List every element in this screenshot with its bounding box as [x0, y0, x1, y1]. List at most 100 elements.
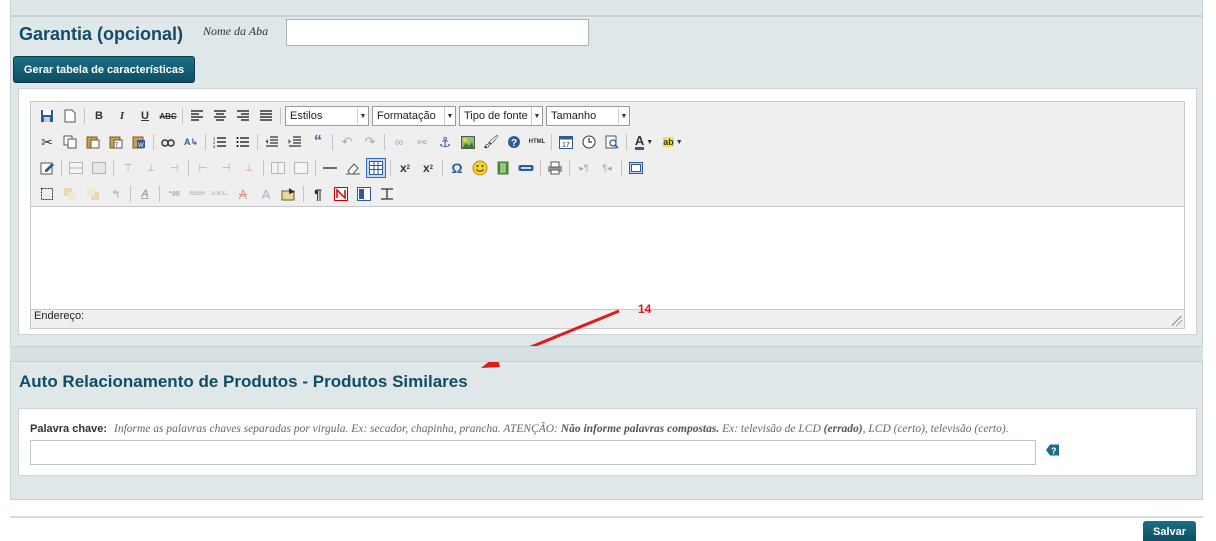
toolbar-separator [621, 160, 622, 176]
strikethrough-icon[interactable]: ABC [158, 106, 178, 126]
rich-text-editor: B I U ABC Estilos ▼ Formatação ▼ Tipo de f… [30, 101, 1185, 329]
table-row-icon[interactable] [66, 158, 86, 178]
ltr-icon[interactable]: ▸¶ [574, 158, 594, 178]
del-icon[interactable]: A [233, 184, 253, 204]
insert-row-before-icon[interactable]: ⊤ [118, 158, 138, 178]
insert-date-icon[interactable]: 17 [556, 132, 576, 152]
abbr-icon[interactable]: ABBR [187, 184, 207, 204]
horizontal-rule-icon[interactable] [320, 158, 340, 178]
insert-col-after-icon[interactable]: ⊣ [216, 158, 236, 178]
undo-icon[interactable]: ↶ [337, 132, 357, 152]
toolbar-separator [384, 134, 385, 150]
image-icon[interactable] [458, 132, 478, 152]
special-char-icon[interactable]: Ω [447, 158, 467, 178]
toolbar-separator [61, 160, 62, 176]
font-select[interactable]: Tipo de fonte ▼ [459, 106, 543, 126]
superscript-icon[interactable]: x2 [418, 158, 438, 178]
smiley-icon[interactable] [470, 158, 490, 178]
layer-backward-icon[interactable] [83, 184, 103, 204]
split-cells-icon[interactable] [268, 158, 288, 178]
blockquote-icon[interactable]: “ [308, 132, 328, 152]
underline-icon[interactable]: U [135, 106, 155, 126]
delete-row-icon[interactable]: ⊣ [164, 158, 184, 178]
visual-aid-icon[interactable] [377, 184, 397, 204]
select-all-icon[interactable] [37, 184, 57, 204]
acronym-icon[interactable]: A.B.C. [210, 184, 230, 204]
indent-icon[interactable] [285, 132, 305, 152]
keyword-input[interactable] [30, 440, 1036, 465]
size-select[interactable]: Tamanho ▼ [546, 106, 630, 126]
fullscreen-icon[interactable] [626, 158, 646, 178]
paint-brush-icon[interactable]: 🖌 [481, 132, 501, 152]
attributes-icon[interactable] [279, 184, 299, 204]
copy-icon[interactable] [60, 132, 80, 152]
save-icon[interactable] [37, 106, 57, 126]
template-icon[interactable] [354, 184, 374, 204]
toolbar-separator [188, 160, 189, 176]
table-icon[interactable] [366, 158, 386, 178]
garantia-title: Garantia (opcional) [19, 24, 184, 44]
align-justify-icon[interactable] [256, 106, 276, 126]
table-props-icon[interactable] [89, 158, 109, 178]
tag-help-icon[interactable]: ? [1046, 444, 1059, 456]
keyword-hint-warning: Não informe palavras compostas. [560, 423, 720, 435]
format-select[interactable]: Formatação ▼ [372, 106, 456, 126]
numbered-list-icon[interactable]: 123 [210, 132, 230, 152]
layer-forward-icon[interactable] [60, 184, 80, 204]
eraser-icon[interactable] [343, 158, 363, 178]
print-icon[interactable] [545, 158, 565, 178]
ins-icon[interactable]: A [256, 184, 276, 204]
toolbar-separator [280, 108, 281, 124]
anchor-icon[interactable]: ⚓ [435, 132, 455, 152]
generate-features-table-button[interactable]: Gerar tabela de características [13, 56, 195, 83]
align-left-icon[interactable] [187, 106, 207, 126]
insert-row-after-icon[interactable]: ⊥ [141, 158, 161, 178]
help-icon[interactable]: ? [504, 132, 524, 152]
unlink-icon[interactable]: ⚯ [412, 132, 432, 152]
redo-icon[interactable]: ↷ [360, 132, 380, 152]
italic-icon[interactable]: I [112, 106, 132, 126]
insert-col-before-icon[interactable]: ⊢ [193, 158, 213, 178]
auto-relationship-title: Auto Relacionamento de Produtos - Produt… [19, 372, 468, 391]
editor-status-path: Endereço: [34, 310, 85, 322]
edit-icon[interactable] [37, 158, 57, 178]
show-blocks-icon[interactable]: ¶ [308, 184, 328, 204]
highlight-color-icon[interactable]: ab ▼ [660, 132, 686, 152]
toolbar-separator [626, 134, 627, 150]
toolbar-separator [569, 160, 570, 176]
media-icon[interactable] [493, 158, 513, 178]
align-center-icon[interactable] [210, 106, 230, 126]
replace-icon[interactable]: A↳ [181, 132, 201, 152]
styles-props-icon[interactable]: A [135, 184, 155, 204]
cite-icon[interactable]: “99 [164, 184, 184, 204]
merge-cells-icon[interactable] [291, 158, 311, 178]
insert-time-icon[interactable] [579, 132, 599, 152]
absolute-position-icon[interactable]: ↰ [106, 184, 126, 204]
align-right-icon[interactable] [233, 106, 253, 126]
bullet-list-icon[interactable] [233, 132, 253, 152]
cut-icon[interactable]: ✂ [37, 132, 57, 152]
preview-icon[interactable] [602, 132, 622, 152]
styles-select[interactable]: Estilos ▼ [285, 106, 369, 126]
delete-col-icon[interactable]: ⊥ [239, 158, 259, 178]
new-page-icon[interactable] [60, 106, 80, 126]
resize-handle-icon[interactable] [1172, 316, 1182, 326]
editor-content-area[interactable] [31, 206, 1184, 310]
non-breaking-icon[interactable] [331, 184, 351, 204]
rtl-icon[interactable]: ¶◂ [597, 158, 617, 178]
outdent-icon[interactable] [262, 132, 282, 152]
toolbar-row-1: B I U ABC Estilos ▼ Formatação ▼ Tipo de f… [37, 105, 633, 127]
find-icon[interactable] [158, 132, 178, 152]
text-color-icon[interactable]: A ▼ [631, 132, 657, 152]
tab-name-input[interactable] [286, 19, 589, 46]
page-break-icon[interactable] [516, 158, 536, 178]
html-source-icon[interactable]: HTML [527, 132, 547, 152]
keyword-hint-suffix: , LCD (certo), televisão (certo). [862, 423, 1009, 435]
bold-icon[interactable]: B [89, 106, 109, 126]
paste-icon[interactable] [83, 132, 103, 152]
paste-word-icon[interactable]: W [129, 132, 149, 152]
save-button[interactable]: Salvar [1143, 521, 1196, 541]
paste-text-icon[interactable]: T [106, 132, 126, 152]
subscript-icon[interactable]: x2 [395, 158, 415, 178]
link-icon[interactable]: ∞ [389, 132, 409, 152]
